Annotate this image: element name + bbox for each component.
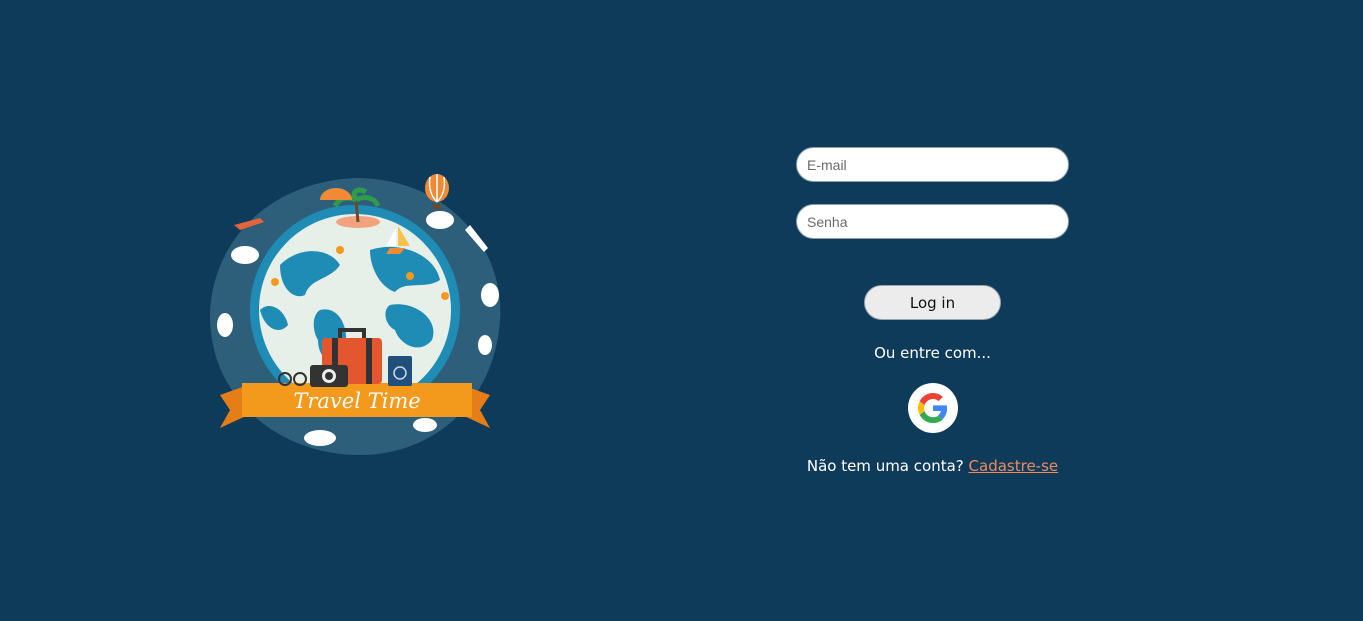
google-icon bbox=[917, 393, 947, 423]
login-button[interactable]: Log in bbox=[864, 285, 1001, 320]
email-field[interactable] bbox=[796, 147, 1069, 182]
google-login-button[interactable] bbox=[907, 383, 958, 433]
password-field[interactable] bbox=[796, 204, 1069, 239]
signup-link[interactable]: Cadastre-se bbox=[969, 457, 1059, 475]
travel-time-logo: Travel Time bbox=[200, 170, 510, 460]
globe-travel-logo-icon: Travel Time bbox=[210, 174, 501, 455]
signup-prompt-text: Não tem uma conta? bbox=[806, 457, 964, 475]
login-form: Log in Ou entre com... Não tem uma conta… bbox=[796, 147, 1069, 475]
or-login-with-text: Ou entre com... bbox=[874, 344, 991, 362]
signup-prompt: Não tem uma conta? Cadastre-se bbox=[796, 457, 1069, 475]
logo-banner-text: Travel Time bbox=[293, 389, 420, 413]
